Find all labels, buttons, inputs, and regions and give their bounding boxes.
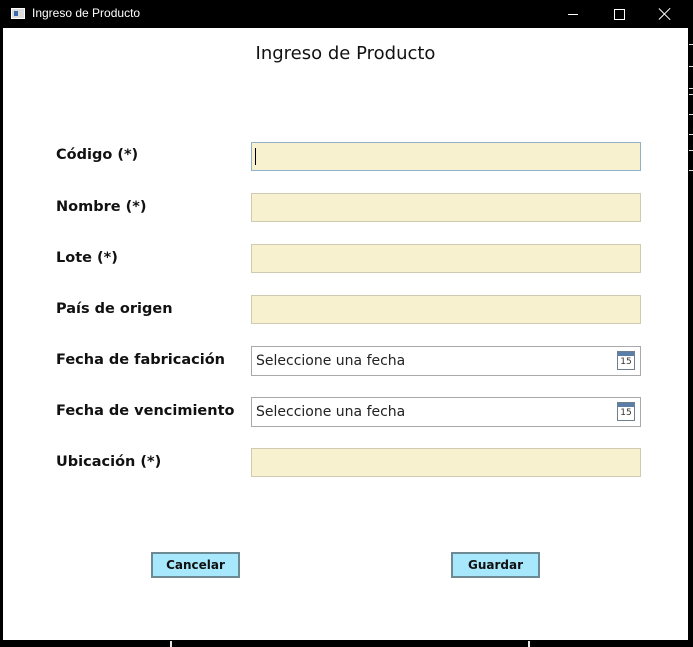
ubicacion-input[interactable]	[251, 448, 641, 477]
save-button[interactable]: Guardar	[451, 552, 540, 578]
fecha-fabricacion-placeholder: Seleccione una fecha	[256, 353, 406, 369]
minimize-button[interactable]	[550, 0, 596, 28]
maximize-icon	[613, 8, 625, 20]
fecha-vencimiento-datepicker[interactable]: Seleccione una fecha 15	[251, 397, 641, 427]
form-heading: Ingreso de Producto	[255, 43, 436, 64]
pais-origen-label: País de origen	[56, 301, 173, 317]
title-bar[interactable]: Ingreso de Producto	[0, 0, 689, 28]
close-icon	[659, 8, 671, 20]
close-button[interactable]	[642, 0, 688, 28]
maximize-button[interactable]	[596, 0, 642, 28]
calendar-icon[interactable]: 15	[617, 402, 635, 421]
fecha-vencimiento-placeholder: Seleccione una fecha	[256, 404, 406, 420]
form-panel: Ingreso de Producto Código (*) Nombre (*…	[3, 28, 688, 640]
codigo-label: Código (*)	[56, 147, 139, 163]
fecha-vencimiento-label: Fecha de vencimiento	[56, 403, 235, 419]
calendar-icon[interactable]: 15	[617, 351, 635, 370]
cancel-button[interactable]: Cancelar	[151, 552, 240, 578]
window: Ingreso de Producto Ingreso de Producto …	[0, 0, 689, 641]
fecha-fabricacion-datepicker[interactable]: Seleccione una fecha 15	[251, 346, 641, 376]
minimize-icon	[568, 13, 578, 15]
window-title: Ingreso de Producto	[32, 6, 141, 20]
pais-origen-input[interactable]	[251, 295, 641, 324]
nombre-input[interactable]	[251, 193, 641, 222]
lote-input[interactable]	[251, 244, 641, 273]
lote-label: Lote (*)	[56, 250, 118, 266]
ubicacion-label: Ubicación (*)	[56, 454, 162, 470]
app-form-icon	[11, 8, 25, 19]
nombre-label: Nombre (*)	[56, 199, 147, 215]
codigo-input[interactable]	[251, 142, 641, 171]
text-caret	[255, 148, 256, 165]
fecha-fabricacion-label: Fecha de fabricación	[56, 352, 225, 368]
